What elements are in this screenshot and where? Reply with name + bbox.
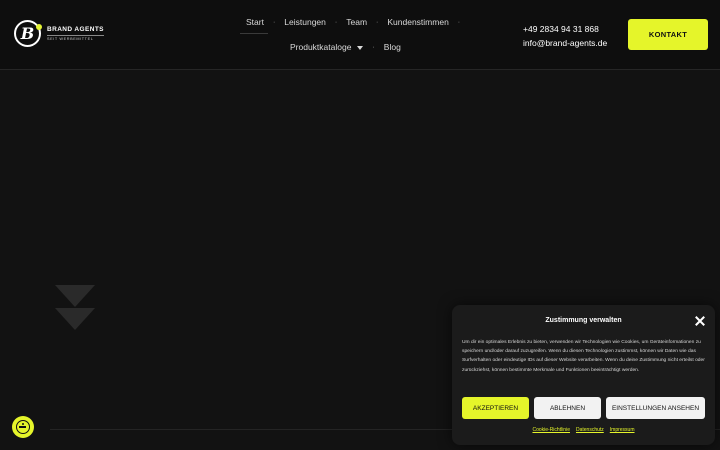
- close-icon[interactable]: [694, 315, 706, 327]
- nav-item-blog[interactable]: Blog: [384, 42, 401, 52]
- logo-letter: B: [20, 23, 35, 43]
- cookie-button-group: AKZEPTIEREN ABLEHNEN EINSTELLUNGEN ANSEH…: [462, 397, 705, 419]
- cookie-dialog-title: Zustimmung verwalten: [545, 317, 622, 324]
- nav-item-start[interactable]: Start: [246, 17, 264, 27]
- cookie-settings-button[interactable]: EINSTELLUNGEN ANSEHEN: [606, 397, 705, 419]
- site-header: B BRAND AGENTS SEIT WERBEMITTEL Start · …: [0, 0, 720, 70]
- brand-logo[interactable]: B BRAND AGENTS SEIT WERBEMITTEL: [14, 20, 104, 47]
- logo-text: BRAND AGENTS SEIT WERBEMITTEL: [47, 26, 104, 41]
- nav-separator: ·: [457, 18, 461, 26]
- cookie-consent-dialog: Zustimmung verwalten Um dir ein optimale…: [452, 305, 715, 445]
- kontakt-button[interactable]: KONTAKT: [628, 19, 708, 50]
- nav-item-produktkataloge[interactable]: Produktkataloge: [290, 42, 364, 52]
- accessibility-icon: [16, 420, 30, 434]
- reject-cookies-button[interactable]: ABLEHNEN: [534, 397, 601, 419]
- brand-tagline: SEIT WERBEMITTEL: [47, 35, 104, 41]
- main-nav-row-1: Start · Leistungen · Team · Kundenstimme…: [246, 17, 469, 27]
- active-nav-indicator: [240, 33, 268, 34]
- brand-logo-icon: B: [14, 20, 42, 47]
- imprint-link[interactable]: Impressum: [610, 427, 635, 433]
- cookie-policy-link[interactable]: Cookie-Richtlinie: [532, 427, 570, 433]
- arrow-triangle: [55, 285, 95, 307]
- nav-item-leistungen[interactable]: Leistungen: [284, 17, 326, 27]
- arrow-triangle: [55, 308, 95, 330]
- brand-name: BRAND AGENTS: [47, 26, 104, 33]
- nav-item-kundenstimmen[interactable]: Kundenstimmen: [387, 17, 448, 27]
- nav-separator: ·: [376, 18, 379, 26]
- cookie-links: Cookie-Richtlinie Datenschutz Impressum: [452, 427, 715, 433]
- nav-separator: ·: [334, 18, 338, 26]
- cookie-dialog-text: Um dir ein optimales Erlebnis zu bieten,…: [462, 340, 705, 373]
- contact-info: +49 2834 94 31 868 info@brand-agents.de: [523, 22, 607, 50]
- email-link[interactable]: info@brand-agents.de: [523, 36, 607, 50]
- down-arrows-icon: [55, 285, 95, 330]
- chevron-down-icon: [357, 45, 364, 50]
- main-nav-row-2: Produktkataloge · Blog: [290, 42, 401, 52]
- nav-separator: ·: [372, 43, 375, 51]
- nav-item-produktkataloge-label: Produktkataloge: [290, 42, 352, 52]
- accessibility-button[interactable]: [12, 416, 34, 438]
- nav-separator: ·: [272, 18, 276, 26]
- nav-item-team[interactable]: Team: [346, 17, 367, 27]
- phone-link[interactable]: +49 2834 94 31 868: [523, 22, 607, 36]
- logo-dot: [36, 24, 42, 30]
- accept-cookies-button[interactable]: AKZEPTIEREN: [462, 397, 529, 419]
- privacy-link[interactable]: Datenschutz: [576, 427, 604, 433]
